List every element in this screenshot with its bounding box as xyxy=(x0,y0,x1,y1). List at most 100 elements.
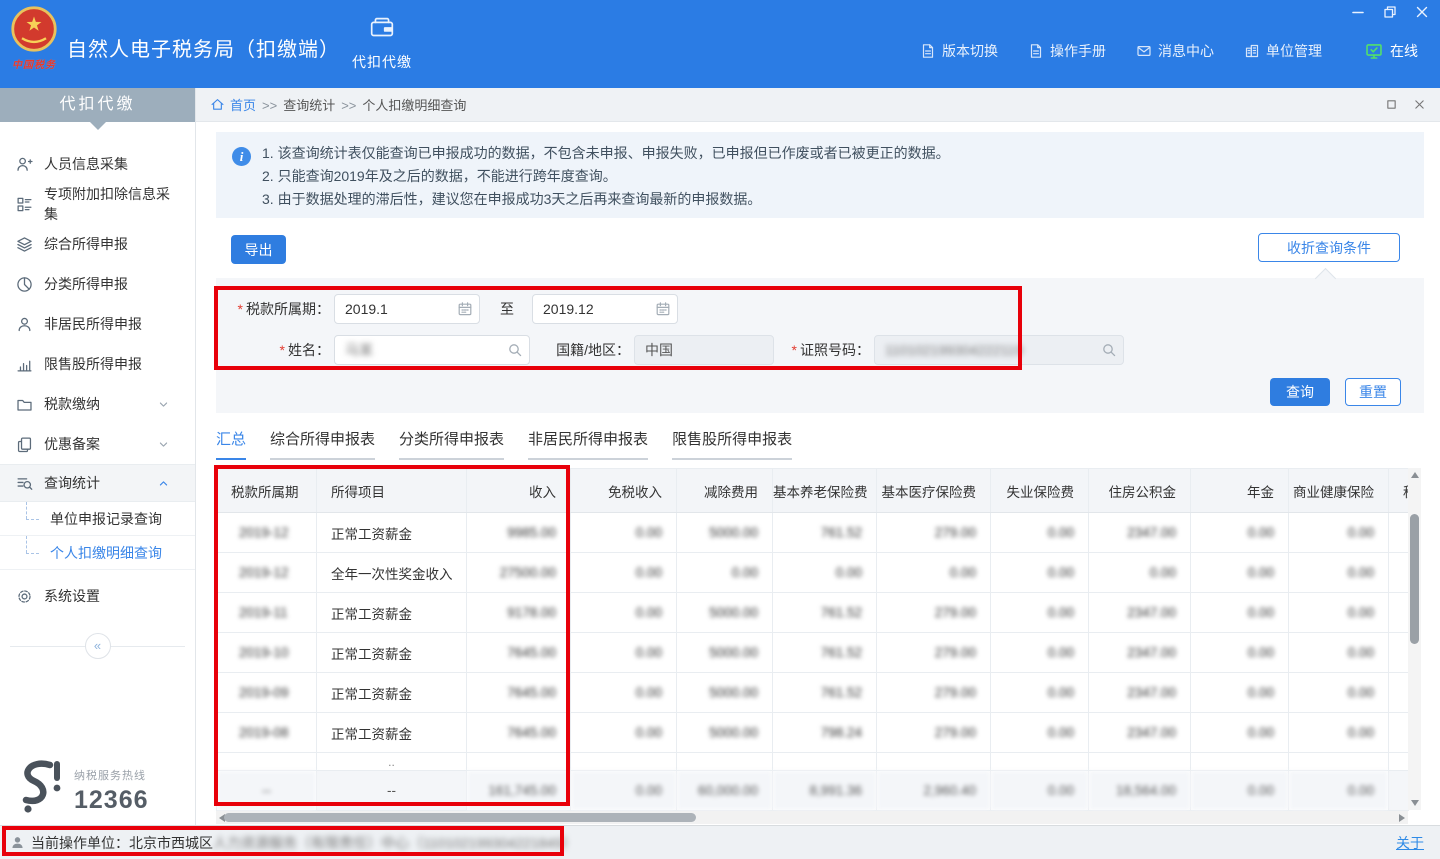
table-ellipsis-row: .. xyxy=(217,753,1409,771)
sidebar-item-label: 分类所得申报 xyxy=(44,274,128,294)
column-header: 失业保险费 xyxy=(991,469,1089,513)
sidebar-item-tax-payment[interactable]: 税款缴纳 xyxy=(0,384,195,424)
cell-value: 7645.00 xyxy=(467,633,571,673)
column-header: 基本医疗保险费 xyxy=(877,469,991,513)
collapse-query-button[interactable]: 收折查询条件 xyxy=(1258,233,1400,262)
column-header: 减除费用 xyxy=(677,469,773,513)
sidebar-item-label: 专项附加扣除信息采集 xyxy=(44,184,181,224)
sidebar-menu: 人员信息采集专项附加扣除信息采集综合所得申报分类所得申报非居民所得申报限售股所得… xyxy=(0,122,195,616)
sidebar-item-classified-income[interactable]: 分类所得申报 xyxy=(0,264,195,304)
cell-value: 9178.00 xyxy=(467,593,571,633)
tab-1[interactable]: 综合所得申报表 xyxy=(270,428,375,460)
horizontal-scrollbar[interactable] xyxy=(216,811,1408,824)
mail-icon xyxy=(1136,43,1152,59)
panel-controls xyxy=(1385,98,1426,111)
panel-close-button[interactable] xyxy=(1413,98,1426,111)
sidebar-item-label: 综合所得申报 xyxy=(44,234,128,254)
cell-income-item: -- xyxy=(317,771,467,811)
cell-value: 0.00 xyxy=(991,553,1089,593)
window-minimize-button[interactable] xyxy=(1350,4,1366,20)
period-to-input[interactable]: 2019.12 xyxy=(532,294,678,324)
cell-value: 761.52 xyxy=(773,593,877,633)
notice-lines: 1. 该查询统计表仅能查询已申报成功的数据，不包含未申报、申报失败，已申报但已作… xyxy=(216,132,1424,211)
sidebar-item-special-deduction[interactable]: 专项附加扣除信息采集 xyxy=(0,184,195,224)
sidebar-item-query-stats[interactable]: 查询统计 xyxy=(0,464,195,502)
module-tab-withholding[interactable]: 代扣代缴 xyxy=(346,13,418,72)
column-header: 住房公积金 xyxy=(1089,469,1191,513)
sidebar-item-preferential-filing[interactable]: 优惠备案 xyxy=(0,424,195,464)
summary-table: 税款所属期所得项目收入免税收入减除费用基本养老保险费基本医疗保险费失业保险费住房… xyxy=(216,468,1409,811)
scroll-up-arrow[interactable] xyxy=(1411,472,1419,478)
top-menu-manual[interactable]: 操作手册 xyxy=(1028,41,1106,61)
cell-period: 2019-11 xyxy=(217,593,317,633)
chevron-up-icon xyxy=(157,477,170,490)
cell-period: 2019-09 xyxy=(217,673,317,713)
window-restore-button[interactable] xyxy=(1382,4,1398,20)
cell-value: 0.00 xyxy=(1289,771,1389,811)
search-button[interactable]: 查询 xyxy=(1270,378,1330,406)
about-link[interactable]: 关于 xyxy=(1396,833,1424,853)
table-row: 2019-11正常工资薪金9178.000.005000.00761.52279… xyxy=(217,593,1409,633)
export-button[interactable]: 导出 xyxy=(231,235,286,264)
cell-value: 2347.00 xyxy=(1089,593,1191,633)
tab-4[interactable]: 限售股所得申报表 xyxy=(672,428,792,460)
calendar-icon[interactable] xyxy=(655,301,671,317)
tab-3[interactable]: 非居民所得申报表 xyxy=(528,428,648,460)
calendar-icon[interactable] xyxy=(457,301,473,317)
period-to-label: 至 xyxy=(500,294,514,324)
breadcrumb-home[interactable]: 首页 xyxy=(230,95,256,114)
cell-clipped xyxy=(1389,753,1409,771)
cell-value: 0.00 xyxy=(571,553,677,593)
query-form: *税款所属期： 2019.1 至 2019.12 *姓名： 马某 国籍/地区： … xyxy=(216,278,1424,413)
name-input[interactable]: 马某 xyxy=(334,335,530,365)
cell-value: 2347.00 xyxy=(1089,673,1191,713)
sidebar-item-personnel-info[interactable]: 人员信息采集 xyxy=(0,144,195,184)
sidebar-collapse-button[interactable]: « xyxy=(85,633,111,659)
sidebar-subitem-unit-declare-query[interactable]: 单位申报记录查询 xyxy=(0,502,195,536)
top-menu-label: 单位管理 xyxy=(1266,41,1322,61)
window-close-button[interactable] xyxy=(1414,4,1430,20)
column-header: 所得项目 xyxy=(317,469,467,513)
cert-number-input[interactable]: 110102199304222119 xyxy=(874,335,1124,365)
panel-maximize-button[interactable] xyxy=(1385,98,1398,111)
bar-chart-icon xyxy=(16,356,33,373)
tab-2[interactable]: 分类所得申报表 xyxy=(399,428,504,460)
top-menu-message-center[interactable]: 消息中心 xyxy=(1136,41,1214,61)
main-panel: 首页 >>查询统计>>个人扣缴明细查询 i 1. 该查询统计表仅能查询已申报成功… xyxy=(196,88,1440,825)
period-from-input[interactable]: 2019.1 xyxy=(334,294,480,324)
scroll-down-arrow[interactable] xyxy=(1411,800,1419,806)
table-row: 2019-12正常工资薪金9985.000.005000.00761.52279… xyxy=(217,513,1409,553)
cell-value xyxy=(1089,753,1191,771)
cell-period: 2019-08 xyxy=(217,713,317,753)
vertical-scrollbar[interactable] xyxy=(1408,468,1421,810)
sidebar-item-label: 限售股所得申报 xyxy=(44,354,142,374)
horizontal-scroll-thumb[interactable] xyxy=(224,813,696,822)
app-window: 中国税务 自然人电子税务局（扣缴端） 代扣代缴 版本切换操作手册消息中心单位管理… xyxy=(0,0,1440,859)
search-icon[interactable] xyxy=(1101,342,1117,358)
top-menu-version-switch[interactable]: 版本切换 xyxy=(920,41,998,61)
nationality-input[interactable]: 中国 xyxy=(634,335,774,365)
sidebar-item-restricted-stock[interactable]: 限售股所得申报 xyxy=(0,344,195,384)
breadcrumb-item: 个人扣缴明细查询 xyxy=(362,98,466,113)
sidebar-subitem-personal-detail-query[interactable]: 个人扣缴明细查询 xyxy=(0,536,195,570)
sidebar-item-comprehensive-income[interactable]: 综合所得申报 xyxy=(0,224,195,264)
cell-ellipsis: .. xyxy=(317,753,467,771)
scroll-right-arrow[interactable] xyxy=(1399,814,1405,822)
column-header: 年金 xyxy=(1191,469,1289,513)
sidebar-item-nonresident-income[interactable]: 非居民所得申报 xyxy=(0,304,195,344)
info-icon: i xyxy=(232,147,251,166)
top-menu-org-manage[interactable]: 单位管理 xyxy=(1244,41,1322,61)
cell-income-item: 正常工资薪金 xyxy=(317,593,467,633)
vertical-scroll-thumb[interactable] xyxy=(1410,514,1419,644)
window-controls xyxy=(1350,4,1430,20)
cell-value xyxy=(773,753,877,771)
online-status: 在线 xyxy=(1365,41,1418,61)
search-icon[interactable] xyxy=(507,342,523,358)
cell-income-item: 正常工资薪金 xyxy=(317,633,467,673)
cell-value: 0.00 xyxy=(1191,553,1289,593)
sidebar-item-system-settings[interactable]: 系统设置 xyxy=(0,576,195,616)
hotline-number: 12366 xyxy=(74,786,149,815)
reset-button[interactable]: 重置 xyxy=(1345,378,1401,406)
tab-0[interactable]: 汇总 xyxy=(216,428,246,460)
table-row: 2019-09正常工资薪金7645.000.005000.00761.52279… xyxy=(217,673,1409,713)
